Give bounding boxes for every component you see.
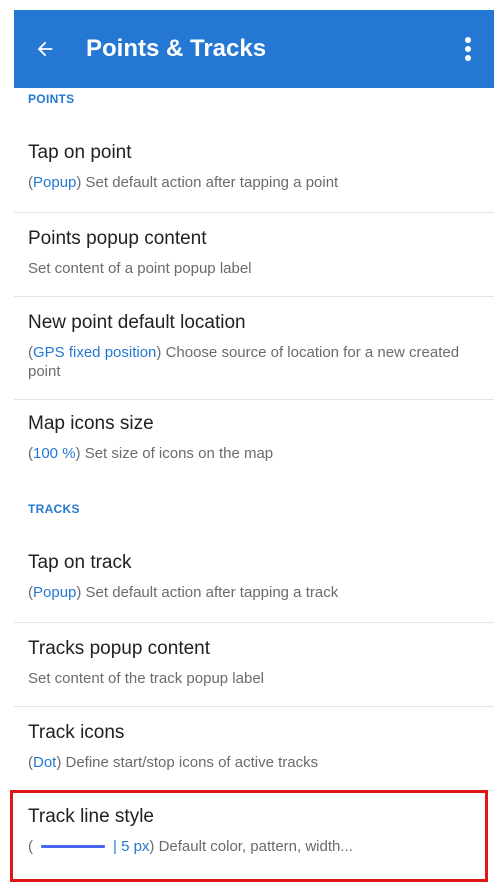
setting-title: Tracks popup content	[28, 638, 211, 659]
divider	[14, 399, 494, 400]
setting-value: GPS fixed position	[33, 344, 157, 361]
setting-description: (Popup) Set default action after tapping…	[28, 174, 339, 191]
divider	[14, 212, 494, 213]
setting-description: (GPS fixed position) Choose source of lo…	[28, 344, 460, 380]
setting-value: | 5 px	[113, 838, 150, 855]
setting-description: (100 %) Set size of icons on the map	[28, 445, 274, 462]
setting-tracks-popup-content[interactable]: Tracks popup content Set content of the …	[14, 637, 494, 688]
overflow-menu-button[interactable]	[448, 10, 488, 88]
divider	[14, 790, 494, 791]
setting-new-point-default-location[interactable]: New point default location (GPS fixed po…	[14, 311, 494, 381]
divider	[14, 706, 494, 707]
app-bar: Points & Tracks	[14, 10, 494, 88]
track-line-preview	[41, 844, 105, 848]
setting-track-icons[interactable]: Track icons (Dot) Define start/stop icon…	[14, 721, 494, 772]
setting-title: Track line style	[28, 806, 154, 827]
setting-tap-on-track[interactable]: Tap on track (Popup) Set default action …	[14, 551, 494, 602]
setting-title: Tap on track	[28, 552, 132, 573]
setting-map-icons-size[interactable]: Map icons size (100 %) Set size of icons…	[14, 412, 494, 463]
setting-description: Set content of a point popup label	[28, 260, 252, 277]
arrow-left-icon	[37, 41, 53, 57]
setting-description: Set content of the track popup label	[28, 670, 264, 687]
setting-title: Tap on point	[28, 142, 132, 163]
setting-value: Dot	[33, 754, 57, 771]
section-header-tracks: TRACKS	[28, 502, 80, 516]
section-header-points: POINTS	[28, 92, 75, 106]
overflow-menu-icon	[465, 37, 471, 61]
setting-value: Popup	[33, 584, 77, 601]
settings-screen: Points & Tracks POINTS Tap on point (Pop…	[0, 0, 494, 887]
setting-title: New point default location	[28, 312, 246, 333]
page-title: Points & Tracks	[86, 35, 267, 62]
setting-value: 100 %	[33, 445, 76, 462]
setting-title: Points popup content	[28, 228, 207, 249]
divider	[14, 296, 494, 297]
setting-description: (| 5 px) Default color, pattern, width..…	[28, 838, 353, 855]
setting-description: (Dot) Define start/stop icons of active …	[28, 754, 319, 771]
setting-title: Track icons	[28, 722, 125, 743]
setting-track-line-style[interactable]: Track line style (| 5 px) Default color,…	[14, 805, 494, 856]
back-button[interactable]	[18, 10, 72, 88]
setting-tap-on-point[interactable]: Tap on point (Popup) Set default action …	[14, 141, 494, 192]
setting-points-popup-content[interactable]: Points popup content Set content of a po…	[14, 227, 494, 278]
setting-value: Popup	[33, 174, 77, 191]
setting-title: Map icons size	[28, 413, 154, 434]
setting-description: (Popup) Set default action after tapping…	[28, 584, 339, 601]
divider	[14, 622, 494, 623]
